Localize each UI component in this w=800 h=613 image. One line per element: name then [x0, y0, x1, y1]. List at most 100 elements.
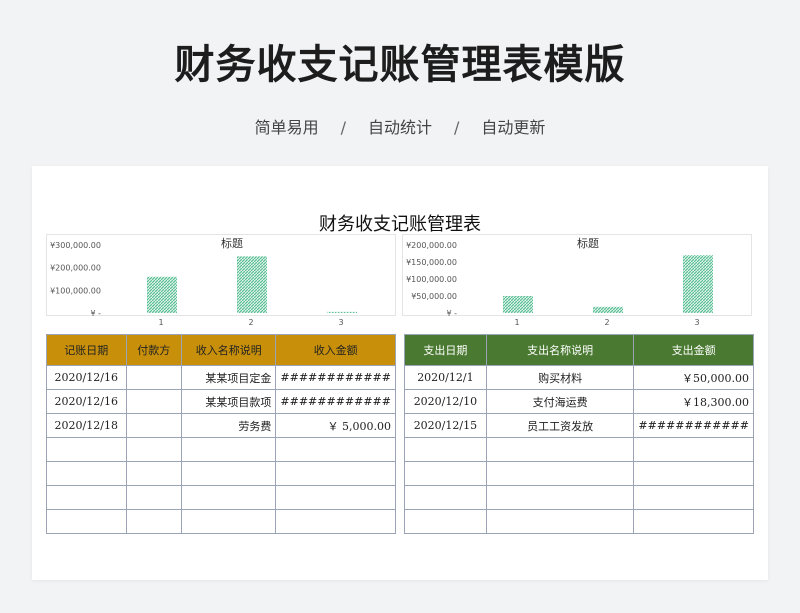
- income-table: 记账日期 付款方 收入名称说明 收入金额 2020/12/16 某某项目定金 ######…: [46, 334, 396, 534]
- income-x-tick-label: 2: [248, 318, 254, 327]
- expense-table: 支出日期 支出名称说明 支出金额 2020/12/1 购买材料 ￥50,000.00 20…: [404, 334, 754, 534]
- income-chart-canvas: 标题 ¥ - ¥100,000.00 ¥200,000.00 ¥300,000.00: [50, 236, 357, 317]
- table-row: 2020/12/18 劳务费 ￥ 5,000.00: [46, 413, 396, 438]
- expense-y-tick-label: ¥150,000.00: [406, 258, 457, 267]
- tag-auto-stats: 自动统计: [367, 118, 432, 137]
- table-row: 2020/12/15 员工工资发放 ############: [404, 413, 754, 438]
- income-cell[interactable]: 2020/12/16: [46, 389, 127, 414]
- income-bar: [147, 276, 177, 313]
- expense-x-tick-label: 2: [604, 318, 610, 327]
- income-cell[interactable]: [125, 461, 183, 486]
- income-cell[interactable]: [275, 509, 396, 534]
- expense-y-tick-label: ¥100,000.00: [406, 275, 457, 284]
- expense-header-cell: 支出日期: [404, 334, 487, 366]
- expense-cell[interactable]: [485, 437, 635, 462]
- income-chart: 标题 ¥ - ¥100,000.00 ¥200,000.00 ¥300,000.00: [46, 234, 396, 317]
- expense-bar: [683, 255, 713, 313]
- expense-cell[interactable]: [404, 509, 487, 534]
- income-cell[interactable]: [125, 365, 183, 390]
- income-cell[interactable]: [275, 461, 396, 486]
- income-cell[interactable]: [125, 389, 183, 414]
- income-cell[interactable]: [181, 461, 277, 486]
- income-cell[interactable]: [181, 437, 277, 462]
- table-row: [404, 509, 754, 534]
- tag-separator: /: [454, 118, 460, 137]
- income-cell[interactable]: [125, 485, 183, 510]
- income-y-tick-label: ¥100,000.00: [50, 286, 101, 295]
- expense-cell[interactable]: 2020/12/1: [404, 365, 487, 390]
- table-row: [404, 485, 754, 510]
- expense-x-tick-label: 3: [694, 318, 700, 327]
- expense-chart-title: 标题: [577, 236, 599, 250]
- expense-y-tick-label: ¥200,000.00: [406, 241, 457, 250]
- table-row: [46, 509, 396, 534]
- income-cell[interactable]: 劳务费: [181, 413, 277, 438]
- table-row: [46, 437, 396, 462]
- spreadsheet-preview: 财务收支记账管理表 标题 ¥ - ¥100,000.00 ¥200,000.00 ¥30…: [32, 166, 768, 580]
- income-cell[interactable]: ############: [275, 365, 396, 390]
- expense-cell[interactable]: ￥18,300.00: [633, 389, 754, 414]
- income-cell[interactable]: [181, 509, 277, 534]
- income-cell[interactable]: 2020/12/16: [46, 365, 127, 390]
- income-cell[interactable]: 某某项目款项: [181, 389, 277, 414]
- expense-header-cell: 支出名称说明: [485, 334, 635, 366]
- income-header-cell: 收入金额: [275, 334, 396, 366]
- expense-cell[interactable]: [633, 485, 754, 510]
- expense-chart: 标题 ¥ - ¥50,000.00 ¥100,000.00 ¥150,000.00 ¥20…: [402, 234, 752, 317]
- table-row: [404, 461, 754, 486]
- expense-cell[interactable]: ￥50,000.00: [633, 365, 754, 390]
- income-cell[interactable]: [275, 437, 396, 462]
- table-row: 2020/12/10 支付海运费 ￥18,300.00: [404, 389, 754, 414]
- expense-cell[interactable]: [485, 509, 635, 534]
- expense-header-cell: 支出金额: [633, 334, 754, 366]
- income-cell[interactable]: [125, 413, 183, 438]
- income-bar: [237, 256, 267, 313]
- income-chart-title: 标题: [221, 236, 243, 250]
- expense-cell[interactable]: [404, 437, 487, 462]
- income-cell[interactable]: [125, 437, 183, 462]
- income-y-tick-label: ¥ -: [90, 309, 101, 317]
- expense-y-tick-label: ¥ -: [446, 309, 457, 317]
- income-cell[interactable]: 某某项目定金: [181, 365, 277, 390]
- income-cell[interactable]: ############: [275, 389, 396, 414]
- expense-cell[interactable]: [485, 461, 635, 486]
- income-cell[interactable]: [46, 509, 127, 534]
- expense-cell[interactable]: 支付海运费: [485, 389, 635, 414]
- expense-cell[interactable]: 员工工资发放: [485, 413, 635, 438]
- expense-cell[interactable]: [633, 437, 754, 462]
- expense-cell[interactable]: [633, 461, 754, 486]
- expense-chart-canvas: 标题 ¥ - ¥50,000.00 ¥100,000.00 ¥150,000.00 ¥20…: [406, 236, 713, 317]
- income-cell[interactable]: [125, 509, 183, 534]
- income-header-cell: 收入名称说明: [181, 334, 277, 366]
- expense-cell[interactable]: [485, 485, 635, 510]
- tag-separator: /: [340, 118, 346, 137]
- tag-easy: 简单易用: [254, 118, 319, 137]
- income-cell[interactable]: [46, 485, 127, 510]
- expense-cell[interactable]: 2020/12/10: [404, 389, 487, 414]
- income-cell[interactable]: [275, 485, 396, 510]
- income-cell[interactable]: [181, 485, 277, 510]
- page-title: 财务收支记账管理表模版: [174, 42, 626, 88]
- table-row: 2020/12/16 某某项目款项 ############: [46, 389, 396, 414]
- income-cell[interactable]: [46, 437, 127, 462]
- expense-y-tick-label: ¥50,000.00: [411, 292, 457, 301]
- income-x-tick-label: 1: [158, 318, 164, 327]
- income-y-tick-label: ¥200,000.00: [50, 264, 101, 273]
- table-row: [46, 461, 396, 486]
- expense-cell[interactable]: ############: [633, 413, 754, 438]
- table-row: 2020/12/16 某某项目定金 ############: [46, 365, 396, 390]
- income-y-tick-label: ¥300,000.00: [50, 241, 101, 250]
- expense-cell[interactable]: [404, 461, 487, 486]
- expense-cell[interactable]: [404, 485, 487, 510]
- sheet-title: 财务收支记账管理表: [319, 214, 481, 235]
- tag-auto-update: 自动更新: [481, 118, 546, 137]
- income-cell[interactable]: 2020/12/18: [46, 413, 127, 438]
- expense-cell[interactable]: [633, 509, 754, 534]
- expense-cell[interactable]: 2020/12/15: [404, 413, 487, 438]
- income-cell[interactable]: ￥ 5,000.00: [275, 413, 396, 438]
- income-x-tick-label: 3: [338, 318, 344, 327]
- income-header-cell: 付款方: [125, 334, 183, 366]
- expense-cell[interactable]: 购买材料: [485, 365, 635, 390]
- income-header-cell: 记账日期: [46, 334, 127, 366]
- income-cell[interactable]: [46, 461, 127, 486]
